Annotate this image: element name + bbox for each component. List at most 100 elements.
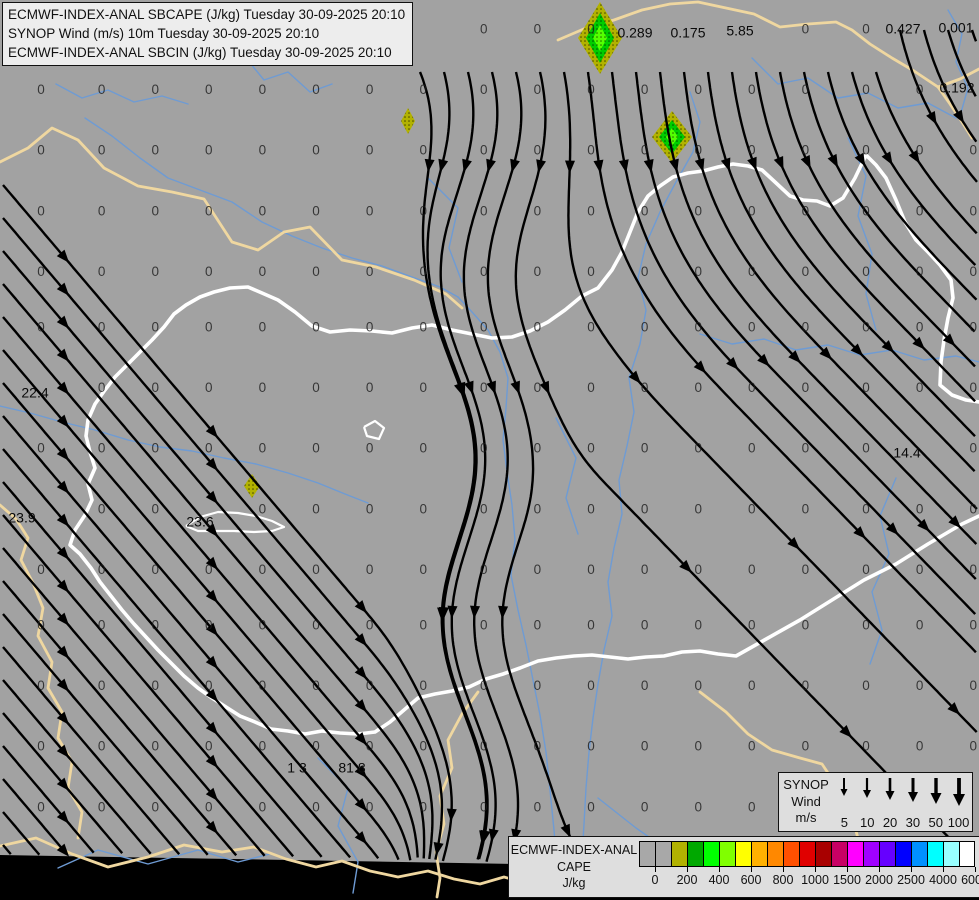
svg-text:81.8: 81.8 xyxy=(338,760,365,776)
svg-text:0: 0 xyxy=(534,799,542,814)
svg-text:0: 0 xyxy=(419,441,427,456)
svg-text:0: 0 xyxy=(694,143,702,158)
svg-text:0: 0 xyxy=(480,203,488,218)
svg-text:0: 0 xyxy=(969,380,977,395)
wind-legend: SYNOP Wind m/s 510203050100 xyxy=(778,772,973,832)
svg-text:0: 0 xyxy=(802,22,810,37)
wind-speed-scale: 510203050100 xyxy=(833,773,972,831)
svg-text:0: 0 xyxy=(259,380,267,395)
svg-text:0: 0 xyxy=(259,618,267,633)
svg-text:0: 0 xyxy=(916,320,924,335)
svg-text:0: 0 xyxy=(969,678,977,693)
svg-text:0: 0 xyxy=(205,320,213,335)
svg-text:0: 0 xyxy=(748,739,756,754)
svg-text:0: 0 xyxy=(862,82,870,97)
svg-text:0: 0 xyxy=(151,501,159,516)
svg-text:0: 0 xyxy=(862,618,870,633)
svg-text:0: 0 xyxy=(419,562,427,577)
svg-text:0: 0 xyxy=(862,380,870,395)
svg-text:0: 0 xyxy=(366,380,374,395)
svg-text:0: 0 xyxy=(259,82,267,97)
header-line-sbcin: ECMWF-INDEX-ANAL SBCIN (J/kg) Tuesday 30… xyxy=(8,43,405,62)
svg-text:0: 0 xyxy=(862,501,870,516)
svg-text:0: 0 xyxy=(587,143,595,158)
svg-text:0: 0 xyxy=(480,678,488,693)
svg-text:0: 0 xyxy=(419,320,427,335)
svg-text:0: 0 xyxy=(641,562,649,577)
svg-text:0: 0 xyxy=(969,203,977,218)
cape-scale-cell xyxy=(719,841,735,867)
svg-text:0: 0 xyxy=(98,441,106,456)
svg-text:0: 0 xyxy=(37,739,45,754)
cape-scale-label: 0 xyxy=(652,873,659,887)
cape-scale-label: 200 xyxy=(677,873,698,887)
svg-text:0: 0 xyxy=(98,320,106,335)
svg-text:0: 0 xyxy=(37,143,45,158)
svg-text:0: 0 xyxy=(862,22,870,37)
svg-text:0: 0 xyxy=(419,739,427,754)
cape-scale-tick xyxy=(975,867,976,872)
svg-text:0: 0 xyxy=(259,678,267,693)
svg-text:0: 0 xyxy=(98,143,106,158)
cape-scale-cell xyxy=(639,841,655,867)
svg-text:0: 0 xyxy=(916,380,924,395)
cape-scale-cell xyxy=(927,841,943,867)
svg-text:0: 0 xyxy=(151,320,159,335)
svg-text:0: 0 xyxy=(694,618,702,633)
svg-text:0: 0 xyxy=(694,264,702,279)
svg-text:0: 0 xyxy=(366,618,374,633)
svg-text:0: 0 xyxy=(151,380,159,395)
svg-text:0: 0 xyxy=(641,203,649,218)
svg-text:0: 0 xyxy=(587,562,595,577)
svg-text:0: 0 xyxy=(259,264,267,279)
svg-text:0: 0 xyxy=(916,264,924,279)
svg-text:0: 0 xyxy=(916,82,924,97)
wind-legend-units: m/s xyxy=(796,810,817,827)
svg-text:0: 0 xyxy=(694,380,702,395)
svg-text:0: 0 xyxy=(151,739,159,754)
svg-text:0: 0 xyxy=(312,441,320,456)
wind-legend-source: SYNOP xyxy=(783,777,829,794)
cape-scale-tick xyxy=(879,867,880,872)
svg-text:0: 0 xyxy=(480,501,488,516)
cape-scale-label: 4000 xyxy=(929,873,957,887)
svg-text:0: 0 xyxy=(366,799,374,814)
svg-text:0: 0 xyxy=(969,441,977,456)
cape-scale-cell xyxy=(895,841,911,867)
cape-scale-label: 1500 xyxy=(833,873,861,887)
wind-speed-label: 30 xyxy=(906,815,920,830)
svg-text:0: 0 xyxy=(205,203,213,218)
cape-scale-label: 6000 xyxy=(961,873,979,887)
wind-legend-title: SYNOP Wind m/s xyxy=(779,773,833,831)
svg-text:0: 0 xyxy=(205,380,213,395)
svg-text:0: 0 xyxy=(587,618,595,633)
wind-speed-item: 20 xyxy=(879,775,901,830)
svg-text:0: 0 xyxy=(480,264,488,279)
cape-legend-title: ECMWF-INDEX-ANAL CAPE J/kg xyxy=(509,837,639,897)
svg-text:0: 0 xyxy=(98,380,106,395)
wind-speed-label: 50 xyxy=(928,815,942,830)
svg-text:0: 0 xyxy=(694,501,702,516)
svg-text:0: 0 xyxy=(312,82,320,97)
wind-arrow-icon xyxy=(879,775,901,811)
svg-text:0: 0 xyxy=(802,264,810,279)
svg-text:0: 0 xyxy=(969,739,977,754)
svg-text:0: 0 xyxy=(98,82,106,97)
svg-text:0: 0 xyxy=(205,143,213,158)
svg-text:0: 0 xyxy=(312,320,320,335)
wind-speed-label: 20 xyxy=(883,815,897,830)
svg-text:0: 0 xyxy=(151,678,159,693)
svg-text:0: 0 xyxy=(480,799,488,814)
svg-text:0: 0 xyxy=(98,203,106,218)
cape-scale-cell xyxy=(703,841,719,867)
svg-text:0: 0 xyxy=(802,380,810,395)
svg-text:0: 0 xyxy=(748,799,756,814)
cape-scale-label: 800 xyxy=(773,873,794,887)
cape-scale-label: 2000 xyxy=(865,873,893,887)
svg-text:0: 0 xyxy=(98,799,106,814)
svg-text:0: 0 xyxy=(151,203,159,218)
cape-scale-tick xyxy=(783,867,784,872)
svg-text:0: 0 xyxy=(366,562,374,577)
map-canvas: 0 0 0 0 0 0 0 0 0 0 0 0 0 0 0 0 0 0 0 0 0 0 0 0 0 0 0 0 0 0 0 0 0 0 0 0 0 0 0 0… xyxy=(0,0,979,900)
svg-text:0: 0 xyxy=(366,203,374,218)
